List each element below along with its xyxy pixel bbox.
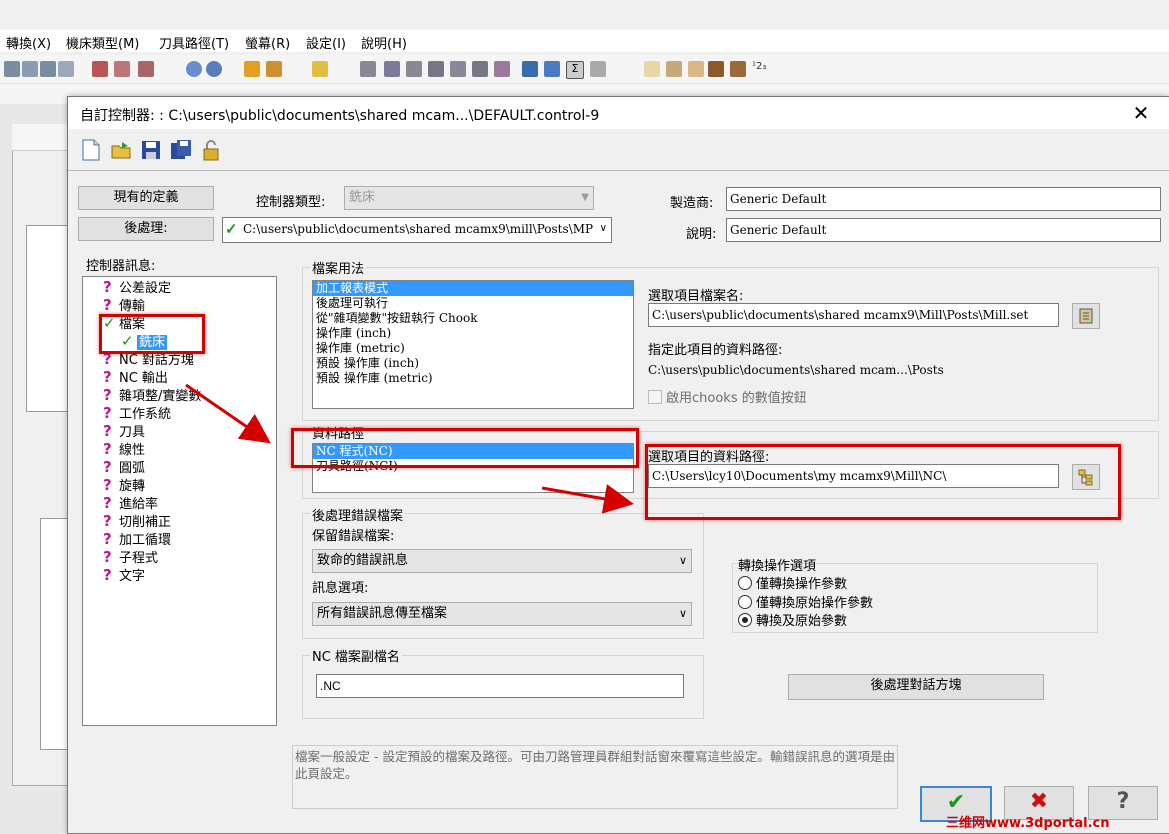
annotation-arrow (541, 484, 634, 514)
annotation-arrows (185, 383, 634, 514)
annotation-arrow (185, 383, 271, 444)
watermark: 三维网www.3dportal.cn (946, 816, 1110, 831)
